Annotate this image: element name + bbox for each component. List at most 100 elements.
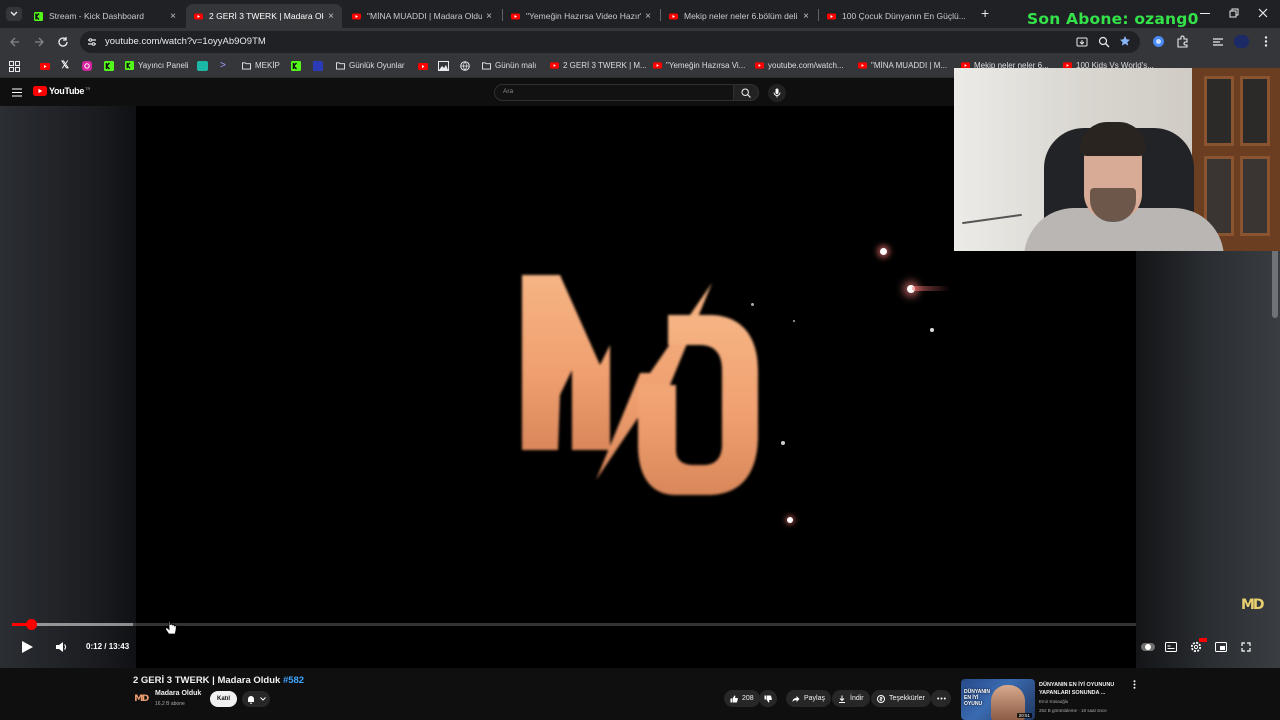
apps-grid-icon[interactable] bbox=[9, 61, 20, 72]
video-title: 2 GERİ 3 TWERK | Madara Olduk #582 bbox=[133, 675, 304, 686]
more-vertical-icon[interactable] bbox=[1133, 680, 1136, 689]
blue-bookmark-icon[interactable] bbox=[313, 61, 323, 71]
share-button[interactable]: Paylaş bbox=[786, 690, 832, 707]
video-title-text: 2 GERİ 3 TWERK | Madara Olduk bbox=[133, 675, 281, 686]
sparkle bbox=[793, 320, 795, 322]
bookmark-youtube-watch[interactable]: youtube.com/watch... bbox=[755, 61, 844, 70]
kick-icon bbox=[125, 61, 134, 70]
url-text[interactable]: youtube.com/watch?v=1oyyAb9O9TM bbox=[105, 36, 266, 47]
thanks-button[interactable]: Teşekkürler bbox=[871, 690, 931, 707]
voice-search-button[interactable] bbox=[768, 84, 786, 102]
notification-bell-button[interactable] bbox=[242, 691, 270, 707]
download-button[interactable]: İndir bbox=[832, 690, 870, 707]
recommendation-channel[interactable]: Emir Küsaoğlu bbox=[1039, 699, 1068, 704]
bookmark-star-icon[interactable] bbox=[1119, 35, 1131, 47]
sparkle-trail bbox=[912, 286, 950, 291]
channel-watermark[interactable]: MD bbox=[1241, 597, 1265, 613]
search-placeholder: Ara bbox=[503, 88, 514, 95]
recommendation-thumbnail[interactable]: DÜNYANIN EN İYİ OYUNU 20:51 bbox=[961, 679, 1035, 720]
youtube-play-icon bbox=[33, 86, 47, 96]
bookmark-mekip-folder[interactable]: MEKİP bbox=[242, 61, 280, 70]
arrow-bookmark-icon[interactable]: > bbox=[220, 60, 226, 71]
puzzle-icon[interactable] bbox=[1176, 35, 1189, 48]
profile-avatar[interactable] bbox=[1234, 35, 1249, 48]
time-current: 0:12 bbox=[86, 642, 103, 651]
tab-kick-dashboard[interactable]: Stream - Kick Dashboard × bbox=[26, 4, 184, 28]
kick-bookmark-icon[interactable] bbox=[104, 61, 114, 71]
site-info-icon[interactable] bbox=[87, 37, 97, 47]
tab-madara-twerk[interactable]: 2 GERİ 3 TWERK | Madara Olduk × bbox=[186, 4, 342, 28]
instagram-bookmark-icon[interactable] bbox=[82, 61, 92, 71]
settings-gear-icon[interactable] bbox=[1190, 641, 1202, 653]
back-arrow-icon[interactable] bbox=[9, 36, 21, 48]
close-tab-icon[interactable]: × bbox=[166, 11, 180, 22]
minimize-button[interactable] bbox=[1200, 13, 1210, 14]
close-tab-icon[interactable]: × bbox=[799, 11, 813, 22]
like-button[interactable]: 208 bbox=[724, 690, 760, 707]
youtube-icon bbox=[511, 13, 520, 19]
image-bookmark-icon[interactable] bbox=[438, 61, 449, 71]
video-hashtag[interactable]: #582 bbox=[283, 675, 304, 686]
tab-title: "Yemeğin Hazırsa Video Hazır" bbox=[526, 11, 641, 21]
restore-icon[interactable] bbox=[1229, 8, 1239, 18]
join-button[interactable]: Katıl bbox=[210, 691, 238, 707]
close-window-icon[interactable] bbox=[1258, 8, 1268, 18]
kick-bookmark-icon[interactable] bbox=[291, 61, 301, 71]
x-bookmark-icon[interactable]: 𝕏 bbox=[61, 60, 69, 71]
tab-mekip-neler[interactable]: Mekip neler neler 6.bölüm deli × bbox=[661, 4, 817, 28]
youtube-icon bbox=[858, 62, 867, 69]
new-tab-button[interactable]: + bbox=[981, 5, 989, 21]
share-icon bbox=[792, 695, 800, 702]
channel-avatar[interactable]: MD bbox=[133, 691, 149, 707]
play-icon[interactable] bbox=[21, 640, 34, 654]
youtube-icon bbox=[669, 13, 678, 19]
microphone-icon bbox=[773, 88, 781, 98]
globe-icon[interactable] bbox=[460, 61, 470, 71]
progress-bar[interactable] bbox=[12, 623, 1136, 626]
autoplay-knob bbox=[1145, 644, 1151, 650]
youtube-search-box[interactable] bbox=[494, 84, 734, 101]
tab-yemegin-hazirsa[interactable]: "Yemeğin Hazırsa Video Hazır" × bbox=[503, 4, 659, 28]
close-tab-icon[interactable]: × bbox=[641, 11, 655, 22]
extension-icon[interactable] bbox=[1152, 35, 1165, 48]
close-tab-icon[interactable]: × bbox=[324, 11, 338, 22]
youtube-icon bbox=[194, 13, 203, 19]
subtitles-icon[interactable] bbox=[1165, 642, 1177, 652]
forward-arrow-icon[interactable] bbox=[33, 36, 45, 48]
miniplayer-icon[interactable] bbox=[1215, 642, 1227, 652]
youtube-bookmark-icon[interactable] bbox=[418, 62, 428, 71]
sparkle bbox=[930, 328, 934, 332]
youtube-bookmark-icon[interactable] bbox=[40, 62, 50, 71]
scrubber-handle[interactable] bbox=[26, 619, 37, 630]
bookmark-gunluk-oyunlar[interactable]: Günlük Oyunlar bbox=[336, 61, 405, 70]
time-display: 0:12 / 13:43 bbox=[86, 642, 130, 651]
zoom-icon[interactable] bbox=[1098, 36, 1110, 48]
youtube-icon bbox=[755, 62, 764, 69]
reload-icon[interactable] bbox=[57, 36, 69, 48]
install-app-icon[interactable] bbox=[1076, 36, 1088, 48]
tab-search-button[interactable] bbox=[6, 7, 22, 21]
tab-100-cocuk[interactable]: 100 Çocuk Dünyanın En Güçlü... bbox=[819, 4, 969, 28]
menu-dots-icon[interactable] bbox=[1260, 35, 1272, 48]
tab-mina-muaddi[interactable]: "MİNA MUADDI | Madara Olduk × bbox=[344, 4, 500, 28]
thumbs-up-icon bbox=[730, 695, 738, 702]
webcam-door-panel bbox=[1240, 76, 1270, 146]
autoplay-toggle[interactable] bbox=[1141, 643, 1155, 651]
bookmark-mina-muaddi[interactable]: "MİNA MUADDI | M... bbox=[858, 61, 947, 70]
more-actions-button[interactable] bbox=[931, 690, 951, 707]
close-tab-icon[interactable]: × bbox=[482, 11, 496, 22]
bookmark-2-geri-3-twerk[interactable]: 2 GERİ 3 TWERK | M... bbox=[550, 61, 647, 70]
bookmark-gunun-mali[interactable]: Günün malı bbox=[482, 61, 536, 70]
bookmark-yemegin-hazirsa[interactable]: "Yemeğin Hazırsa Vi... bbox=[653, 61, 745, 70]
volume-icon[interactable] bbox=[55, 641, 68, 653]
reading-list-icon[interactable] bbox=[1212, 36, 1224, 48]
fullscreen-icon[interactable] bbox=[1241, 642, 1251, 652]
app-bookmark-icon[interactable] bbox=[197, 61, 208, 71]
hamburger-menu-icon[interactable] bbox=[12, 88, 22, 97]
bookmark-yayinci-paneli[interactable]: Yayıncı Paneli bbox=[125, 61, 189, 70]
webcam-overlay bbox=[954, 68, 1280, 251]
youtube-logo[interactable]: YouTube TR bbox=[33, 86, 90, 96]
channel-name[interactable]: Madara Olduk bbox=[155, 690, 201, 697]
dislike-button[interactable] bbox=[759, 690, 777, 707]
recommendation-title[interactable]: DÜNYANIN EN İYİ OYUNUNU YAPANLARI SONUND… bbox=[1039, 681, 1129, 697]
